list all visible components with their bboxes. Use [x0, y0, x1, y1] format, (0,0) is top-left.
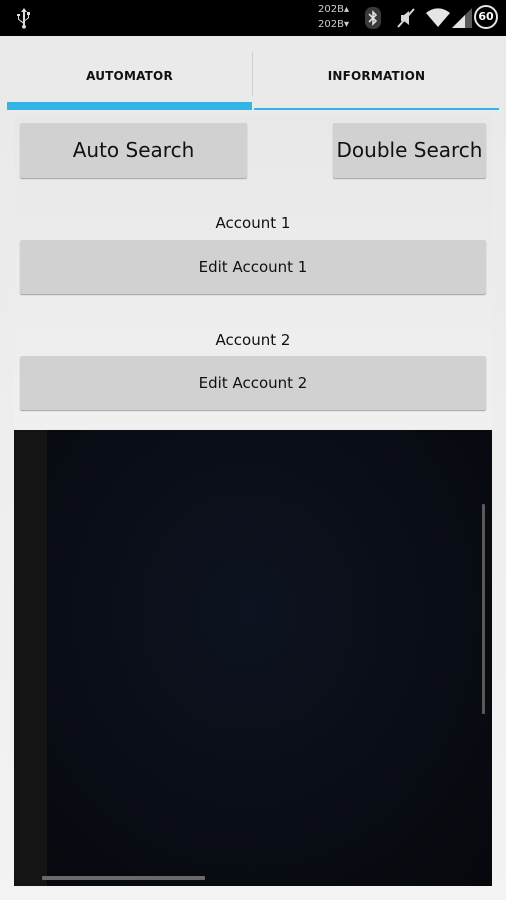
tab-information-label: INFORMATION: [327, 69, 426, 83]
preview-content: [47, 430, 492, 886]
cell-signal-icon: [451, 7, 473, 33]
preview-left-strip: [14, 430, 47, 886]
tab-divider: [252, 52, 253, 96]
mute-icon: [394, 6, 418, 34]
account-2-label: Account 2: [215, 331, 291, 349]
account-1-label: Account 1: [215, 214, 291, 232]
battery-icon: 60: [474, 5, 498, 29]
rate-up: 202B▴: [318, 4, 349, 15]
horizontal-scrollbar[interactable]: [42, 876, 205, 880]
usb-icon: [14, 7, 34, 33]
tab-information[interactable]: INFORMATION: [254, 36, 499, 110]
edit-account-1-button[interactable]: Edit Account 1: [20, 240, 486, 294]
vertical-scrollbar[interactable]: [482, 504, 485, 714]
edit-account-2-button[interactable]: Edit Account 2: [20, 356, 486, 410]
network-rate: 202B▴ 202B▾: [318, 2, 349, 32]
camera-preview[interactable]: [14, 430, 492, 886]
tab-automator-label: AUTOMATOR: [86, 69, 173, 83]
tab-bar: AUTOMATOR INFORMATION: [7, 36, 499, 110]
tab-selected-indicator: [7, 102, 252, 110]
rate-down: 202B▾: [318, 19, 349, 30]
double-search-button[interactable]: Double Search: [333, 123, 486, 178]
wifi-icon: [425, 7, 451, 33]
tab-automator[interactable]: AUTOMATOR: [7, 36, 252, 110]
status-bar: 202B▴ 202B▾ 60: [0, 0, 506, 36]
auto-search-button[interactable]: Auto Search: [20, 123, 247, 178]
tab-indicator: [254, 108, 499, 110]
bluetooth-icon: [364, 6, 382, 34]
